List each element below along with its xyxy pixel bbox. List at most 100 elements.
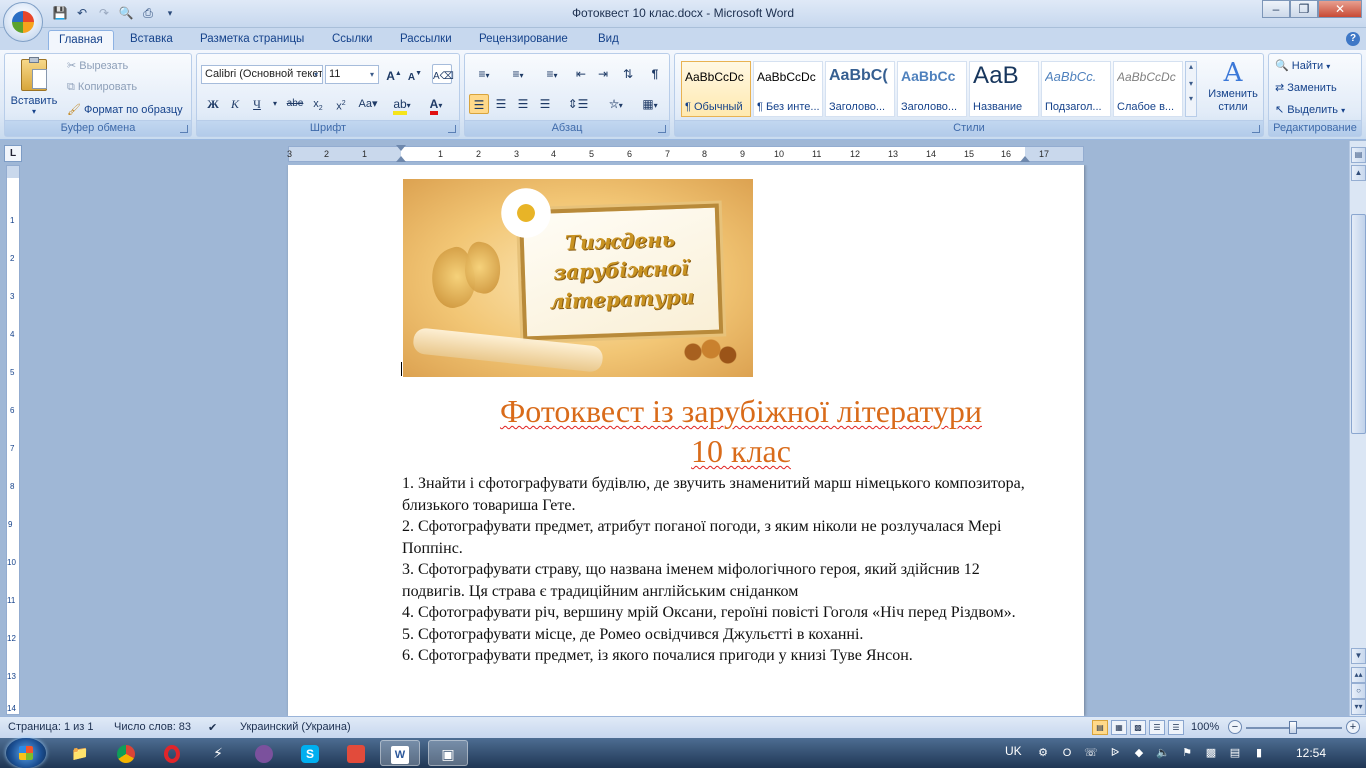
shrink-font-button[interactable]: A▼ [405,64,425,84]
align-center-button[interactable]: ☰ [491,94,511,114]
tray-app-icon[interactable]: ◆ [1132,746,1146,760]
select-button[interactable]: ↖ Выделить ▾ [1275,103,1345,116]
increase-indent-button[interactable]: ⇥ [593,64,613,84]
scroll-down-button[interactable]: ▼ [1351,648,1366,664]
font-color-button[interactable]: A▾ [423,94,449,115]
page-count[interactable]: Страница: 1 из 1 [8,721,94,733]
decrease-indent-button[interactable]: ⇤ [571,64,591,84]
clipboard-dialog-launcher[interactable] [180,125,188,133]
tab-selector[interactable]: L [4,145,22,162]
tab-view[interactable]: Вид [588,30,629,50]
borders-button[interactable]: ▦▾ [635,94,665,114]
ruler-toggle-button[interactable]: ▤ [1351,147,1366,163]
chevron-up-icon[interactable]: ▴ [1186,62,1196,71]
network-signal-icon[interactable]: ▩ [1204,746,1218,760]
style-heading-2[interactable]: AaBbCc Заголово... [897,61,967,117]
replace-button[interactable]: ⇄ Заменить [1275,81,1337,94]
keyboard-language[interactable]: UK [1005,744,1022,758]
justify-button[interactable]: ☰ [535,94,555,114]
word-icon[interactable]: W [380,740,420,766]
style-subtitle[interactable]: AaBbCc. Подзагол... [1041,61,1111,117]
first-line-indent-marker[interactable] [396,145,406,151]
subscript-button[interactable]: x2 [308,94,328,114]
draft-view-button[interactable]: ☰ [1168,720,1184,735]
battery-icon[interactable]: ▮ [1252,746,1266,760]
tab-review[interactable]: Рецензирование [469,30,578,50]
tray-app-icon[interactable]: ⚙ [1036,746,1050,760]
document-page[interactable]: Тиждень зарубіжної літератури Фотоквест … [288,165,1084,716]
winamp-icon[interactable]: ⚡ [198,740,238,766]
action-center-flag-icon[interactable]: ⚑ [1180,746,1194,760]
tab-insert[interactable]: Вставка [120,30,183,50]
superscript-button[interactable]: x2 [331,94,351,114]
left-indent-marker[interactable] [396,156,406,162]
outline-view-button[interactable]: ☰ [1149,720,1165,735]
office-button[interactable] [3,2,43,42]
zoom-level[interactable]: 100% [1191,721,1219,733]
styles-dialog-launcher[interactable] [1252,125,1260,133]
underline-dropdown[interactable]: ▾ [265,94,285,114]
vertical-ruler[interactable]: 1 2 3 4 5 6 7 8 9 10 11 12 13 14 [6,165,20,715]
paste-button[interactable]: Вставить ▾ [9,56,59,120]
italic-button[interactable]: К [225,94,245,114]
sort-button[interactable]: ⇅ [618,64,638,84]
format-painter-button[interactable]: 🖌 Формат по образцу [67,103,183,116]
style-normal[interactable]: AaBbCcDc ¶ Обычный [681,61,751,117]
chrome-icon[interactable] [106,740,146,766]
font-dialog-launcher[interactable] [448,125,456,133]
previous-page-button[interactable]: ▴▴ [1351,667,1366,683]
style-title[interactable]: АаВ Название [969,61,1039,117]
zoom-in-button[interactable]: + [1346,720,1360,734]
tab-references[interactable]: Ссылки [322,30,383,50]
help-icon[interactable]: ? [1346,32,1360,46]
style-subtle-emphasis[interactable]: AaBbCcDc Слабое в... [1113,61,1183,117]
next-page-button[interactable]: ▾▾ [1351,699,1366,715]
full-screen-reading-button[interactable]: ▦ [1111,720,1127,735]
cut-button[interactable]: ✂ Вырезать [67,59,128,72]
word-count[interactable]: Число слов: 83 [114,721,191,733]
web-layout-button[interactable]: ▩ [1130,720,1146,735]
strikethrough-button[interactable]: abe [285,94,305,114]
zoom-slider-thumb[interactable] [1289,721,1297,734]
explorer-icon[interactable]: 📁 [60,740,100,766]
screenshot-tool-icon[interactable]: ▣ [428,740,468,766]
styles-gallery-scroll[interactable]: ▴ ▾ ▾ [1185,61,1197,117]
tab-page-layout[interactable]: Разметка страницы [190,30,314,50]
multilevel-list-button[interactable]: ≡▾ [537,64,567,84]
zoom-out-button[interactable]: − [1228,720,1242,734]
align-left-button[interactable]: ☰ [469,94,489,114]
skype-icon[interactable]: S [290,740,330,766]
show-marks-button[interactable]: ¶ [645,64,665,84]
minimize-button[interactable]: – [1262,0,1290,18]
proofing-icon[interactable]: ✔ [208,721,217,734]
align-right-button[interactable]: ☰ [513,94,533,114]
font-name-combo[interactable]: Calibri (Основной текст) ▾ [201,65,323,84]
scrollbar-thumb[interactable] [1351,214,1366,434]
opera-tray-icon[interactable]: O [1060,746,1074,760]
change-case-button[interactable]: Aa▾ [355,94,381,114]
highlight-color-button[interactable]: ab▾ [389,94,415,115]
bold-button[interactable]: Ж [203,94,223,114]
tab-home[interactable]: Главная [48,30,114,50]
horizontal-ruler[interactable]: 3 2 1 1 2 3 4 5 6 7 8 9 10 11 12 13 14 1… [287,145,1084,162]
more-styles-icon[interactable]: ▾ [1186,94,1196,103]
start-button[interactable] [6,738,46,768]
select-browse-object-button[interactable]: ○ [1351,683,1366,699]
chevron-down-icon[interactable]: ▾ [310,66,322,83]
opera-icon[interactable] [152,740,192,766]
clear-formatting-button[interactable]: A⌫ [432,64,454,84]
chevron-down-icon[interactable]: ▾ [1186,79,1196,88]
close-button[interactable]: ✕ [1318,0,1362,18]
volume-icon[interactable]: 🔈 [1156,746,1170,760]
font-size-combo[interactable]: 11 ▾ [325,65,379,84]
bullets-button[interactable]: ≡▾ [469,64,499,84]
print-layout-view-button[interactable]: ▤ [1092,720,1108,735]
right-indent-marker[interactable] [1020,156,1030,162]
style-heading-1[interactable]: AaBbC(Заголово... [825,61,895,117]
app-icon[interactable] [336,740,376,766]
viber-icon[interactable] [244,740,284,766]
vertical-scrollbar[interactable]: ▤ ▲ ▼ ▴▴ ○ ▾▾ [1349,141,1366,716]
bluetooth-icon[interactable]: ᐉ [1108,746,1122,760]
language-indicator[interactable]: Украинский (Украина) [240,721,351,733]
numbering-button[interactable]: ≡▾ [503,64,533,84]
